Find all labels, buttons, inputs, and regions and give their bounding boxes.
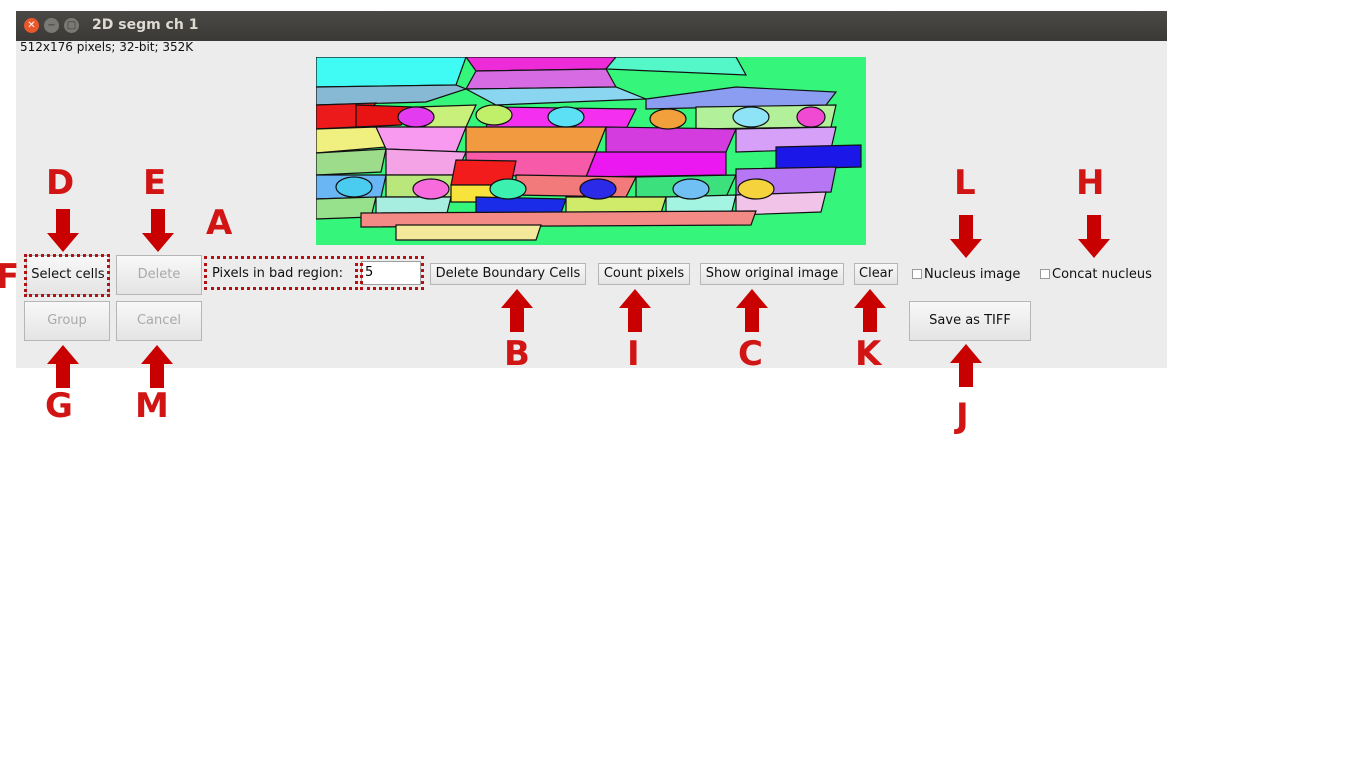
- nucleus-image-checkbox[interactable]: [912, 269, 922, 279]
- arrow-up-c-icon: [736, 289, 768, 332]
- show-original-image-button[interactable]: Show original image: [700, 263, 844, 285]
- clear-button[interactable]: Clear: [854, 263, 898, 285]
- annotation-m: M: [135, 386, 169, 426]
- annotation-f: F: [0, 257, 20, 297]
- nucleus-image-label: Nucleus image: [924, 267, 1021, 282]
- save-as-tiff-button[interactable]: Save as TIFF: [909, 301, 1031, 341]
- arrow-down-l-icon: [950, 215, 982, 258]
- arrow-up-i-icon: [619, 289, 651, 332]
- maximize-icon[interactable]: □: [64, 18, 79, 33]
- segmentation-image[interactable]: [316, 57, 866, 245]
- annotation-g: G: [45, 386, 73, 426]
- arrow-up-j-icon: [950, 344, 982, 387]
- close-icon[interactable]: ✕: [24, 18, 39, 33]
- title-bar: ✕ − □ 2D segm ch 1: [16, 11, 1167, 41]
- image-info: 512x176 pixels; 32-bit; 352K: [20, 40, 194, 54]
- count-pixels-button[interactable]: Count pixels: [598, 263, 690, 285]
- window-title: 2D segm ch 1: [92, 17, 199, 33]
- pixels-input-highlight: [360, 256, 424, 290]
- arrow-up-b-icon: [501, 289, 533, 332]
- concat-nucleus-label: Concat nucleus: [1052, 267, 1152, 282]
- annotation-b: B: [504, 334, 530, 374]
- arrow-up-m-icon: [141, 345, 173, 388]
- annotation-a: A: [206, 203, 233, 243]
- group-button[interactable]: Group: [24, 301, 110, 341]
- delete-button[interactable]: Delete: [116, 255, 202, 295]
- annotation-l: L: [954, 163, 976, 203]
- annotation-c: C: [738, 334, 763, 374]
- arrow-down-d-icon: [47, 209, 79, 252]
- annotation-h: H: [1076, 163, 1105, 203]
- segmentation-window: ✕ − □ 2D segm ch 1 512x176 pixels; 32-bi…: [16, 11, 1167, 368]
- arrow-up-g-icon: [47, 345, 79, 388]
- annotation-j: J: [956, 396, 969, 436]
- annotation-k: K: [855, 334, 882, 374]
- concat-nucleus-checkbox[interactable]: [1040, 269, 1050, 279]
- cancel-button[interactable]: Cancel: [116, 301, 202, 341]
- arrow-down-e-icon: [142, 209, 174, 252]
- arrow-down-h-icon: [1078, 215, 1110, 258]
- pixels-label-highlight: [204, 256, 358, 290]
- annotation-e: E: [143, 163, 167, 203]
- minimize-icon[interactable]: −: [44, 18, 59, 33]
- delete-boundary-cells-button[interactable]: Delete Boundary Cells: [430, 263, 586, 285]
- arrow-up-k-icon: [854, 289, 886, 332]
- select-cells-highlight: [24, 254, 110, 297]
- annotation-d: D: [46, 163, 75, 203]
- annotation-i: I: [627, 334, 640, 374]
